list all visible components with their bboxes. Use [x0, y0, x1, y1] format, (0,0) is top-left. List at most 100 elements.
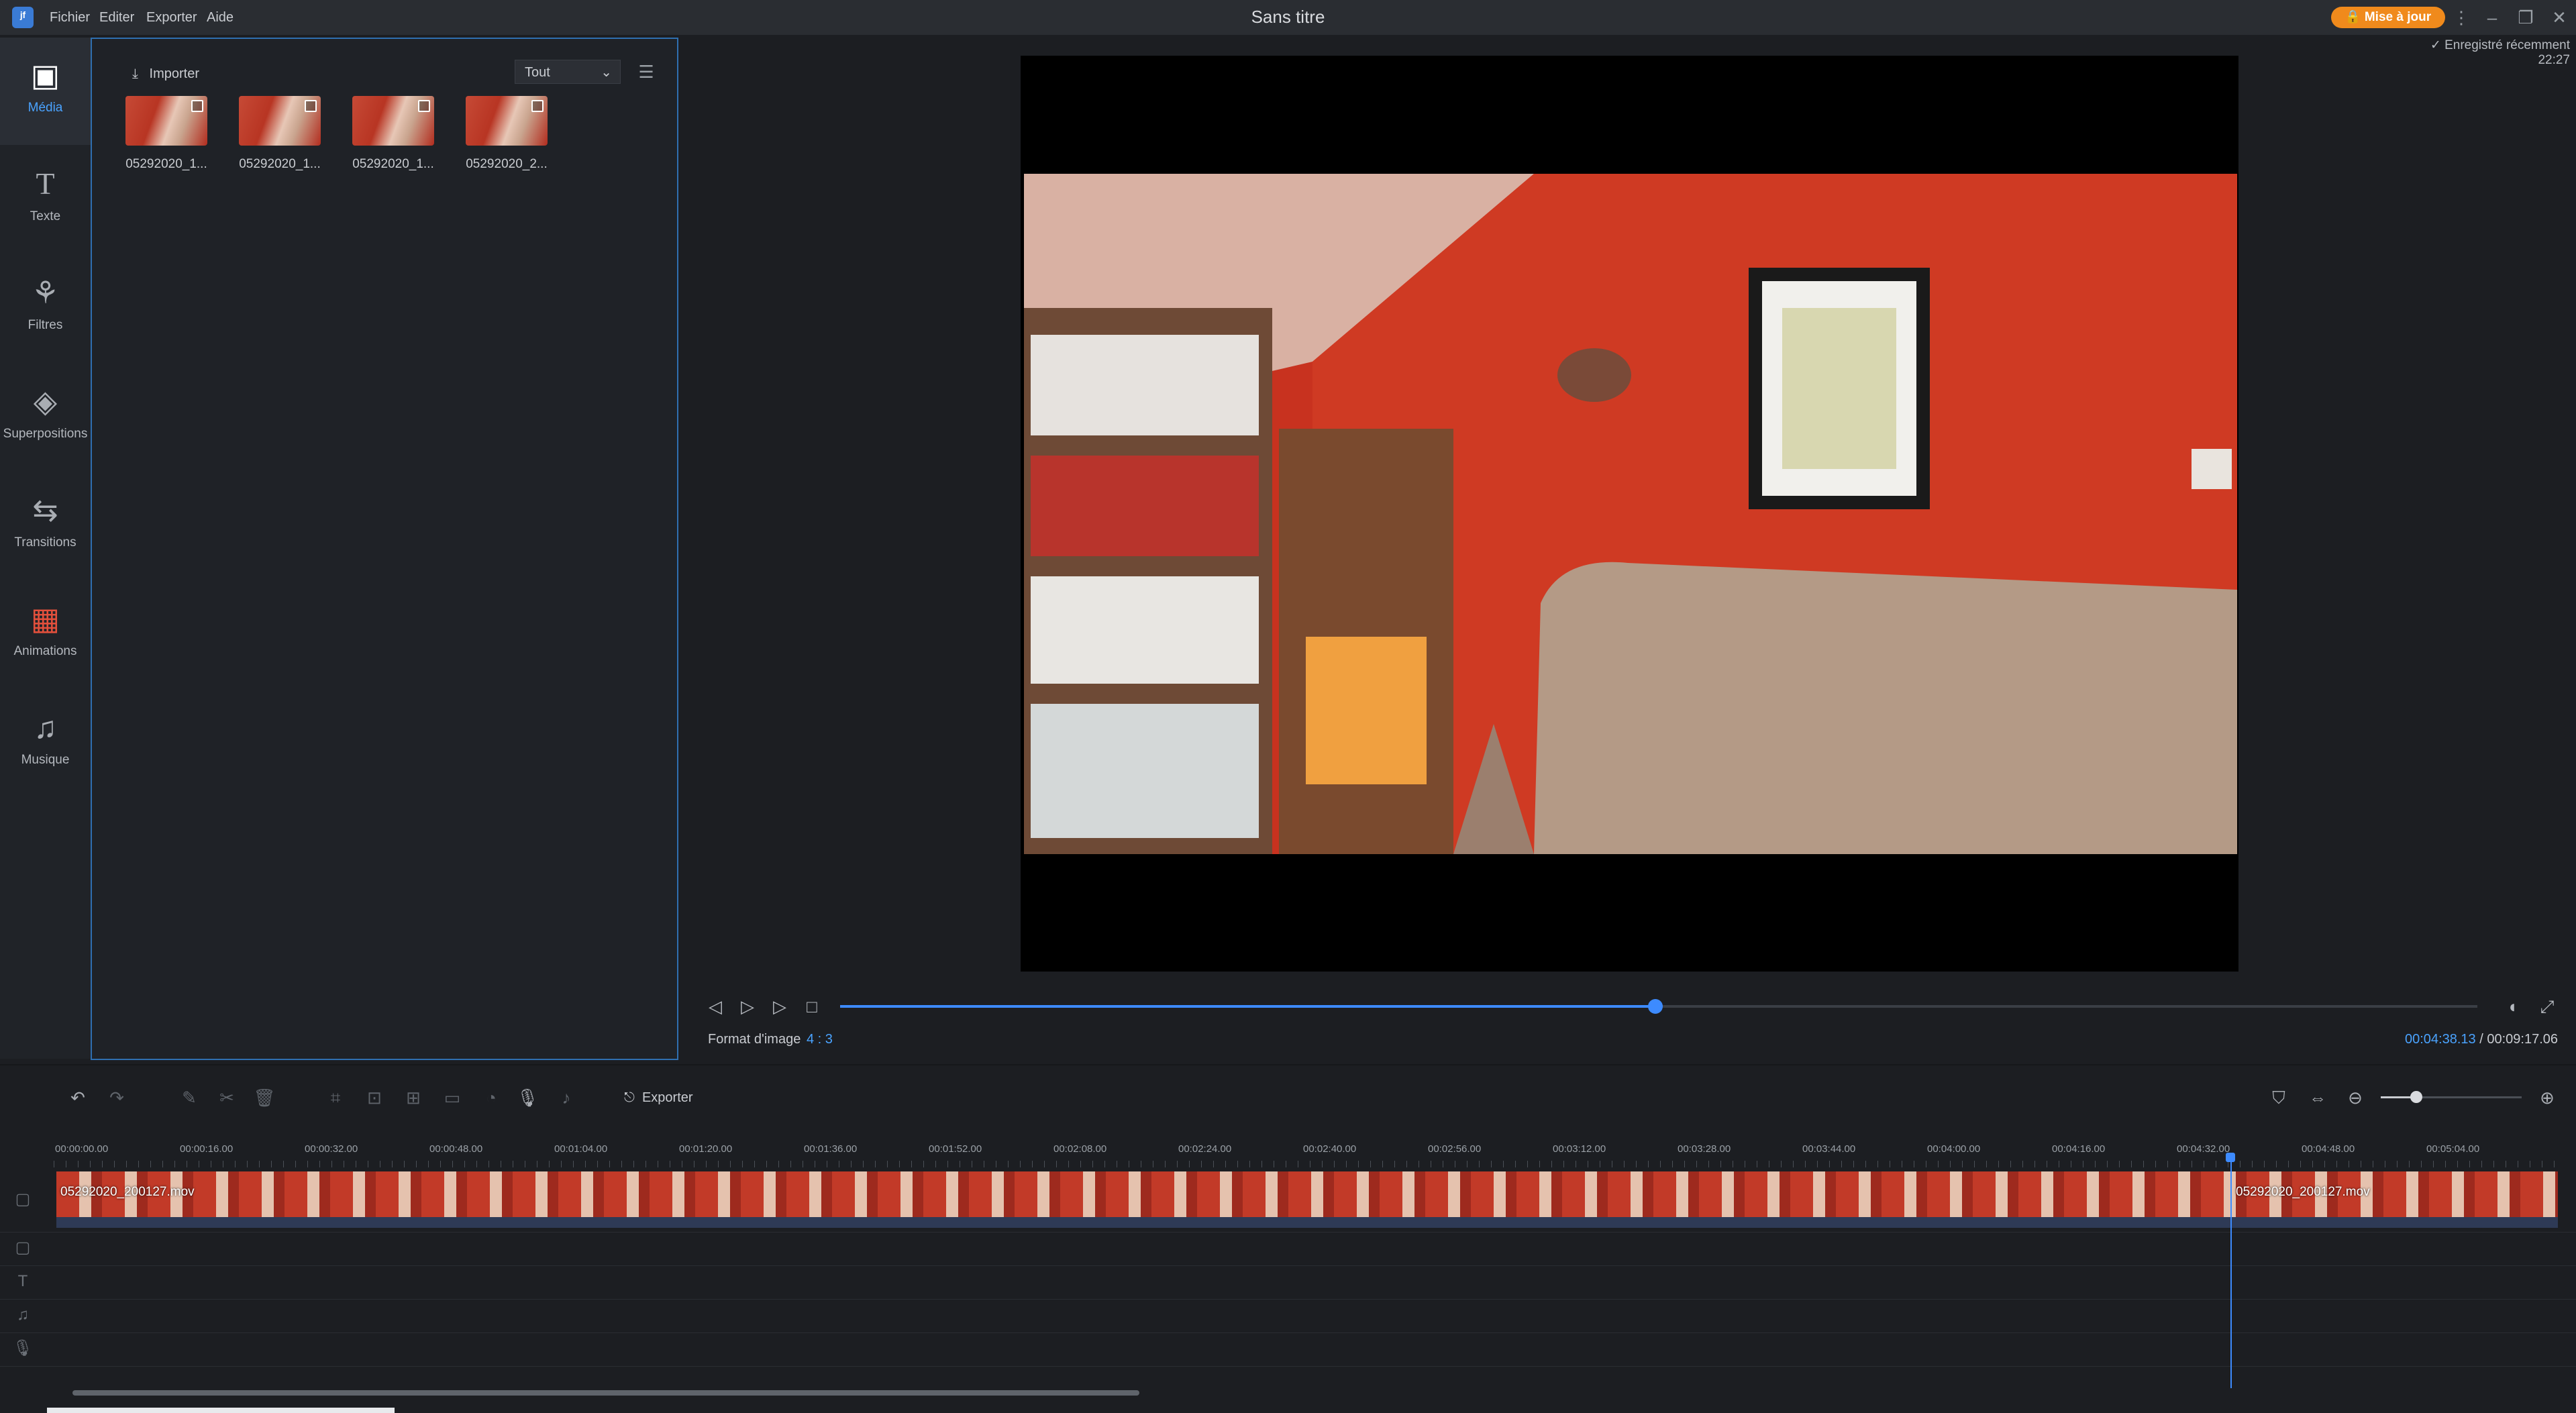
media-thumbnail[interactable] — [125, 96, 207, 146]
pip-track — [0, 1233, 2576, 1266]
zoom-out-icon[interactable]: ⊖ — [2343, 1086, 2367, 1110]
nav-item-music[interactable]: ♫ Musique — [0, 690, 91, 797]
video-preview — [1021, 56, 2238, 972]
nav-item-overlays[interactable]: ◈ Superpositions — [0, 364, 91, 471]
nav-item-media[interactable]: ▣ Média — [0, 38, 91, 145]
animations-icon: ▦ — [30, 601, 60, 636]
previous-frame-icon[interactable]: ◁ — [703, 994, 727, 1018]
next-frame-icon[interactable]: ▷ — [768, 994, 792, 1018]
music-icon: ♫ — [34, 710, 57, 745]
select-checkbox[interactable] — [191, 100, 203, 112]
voice-track-icon: 🎙 — [12, 1339, 34, 1357]
ruler-tick-label: 00:04:32.00 — [2177, 1143, 2230, 1155]
list-view-icon[interactable]: ☰ — [634, 60, 658, 84]
text-track-icon: T — [17, 1272, 28, 1290]
ruler-tick-label: 00:01:52.00 — [929, 1143, 982, 1155]
nav-item-label: Superpositions — [3, 427, 88, 441]
pip-track-icon: ▢ — [15, 1239, 31, 1257]
minimize-icon[interactable]: – — [2479, 4, 2506, 31]
ruler-tick-label: 00:01:20.00 — [679, 1143, 733, 1155]
chevron-down-icon: ⌄ — [601, 65, 612, 80]
media-filename: 05292020_1... — [352, 157, 434, 171]
marker-icon[interactable]: ⛉ — [2267, 1086, 2291, 1110]
stop-icon[interactable]: □ — [800, 994, 824, 1018]
zoom-in-icon[interactable]: ⊕ — [2535, 1086, 2559, 1110]
resize-icon[interactable]: ⊡ — [362, 1086, 387, 1110]
mosaic-icon[interactable]: ⊞ — [401, 1086, 425, 1110]
upgrade-button[interactable]: 🔒 Mise à jour — [2331, 7, 2445, 28]
redo-icon[interactable]: ↷ — [105, 1086, 129, 1110]
time-current: 00:04:38.13 — [2405, 1032, 2476, 1047]
cut-icon[interactable]: ✂ — [215, 1086, 239, 1110]
delete-icon[interactable]: 🗑 — [252, 1086, 276, 1110]
zoom-knob[interactable] — [2410, 1091, 2422, 1103]
play-icon[interactable]: ▷ — [735, 994, 760, 1018]
ruler-tick-label: 00:04:16.00 — [2052, 1143, 2106, 1155]
nav-item-label: Texte — [30, 209, 61, 223]
progress-knob[interactable] — [1648, 999, 1663, 1014]
playhead[interactable] — [2230, 1157, 2232, 1388]
ruler-tick-label: 00:05:04.00 — [2426, 1143, 2480, 1155]
media-thumbnail[interactable] — [239, 96, 321, 146]
restore-icon[interactable]: ❐ — [2512, 4, 2539, 31]
clip-label: 05292020_200127.mov — [60, 1185, 195, 1199]
ruler-tick-label: 00:02:24.00 — [1178, 1143, 1232, 1155]
nav-item-transitions[interactable]: ⇆ Transitions — [0, 472, 91, 580]
text-track — [0, 1267, 2576, 1300]
import-icon: ⤓ — [132, 66, 142, 81]
clip-label: 05292020_200127.mov — [2236, 1185, 2370, 1199]
ruler-tick-label: 00:03:44.00 — [1802, 1143, 1856, 1155]
nav-item-animations[interactable]: ▦ Animations — [0, 581, 91, 688]
preview-frame — [1024, 174, 2237, 854]
select-checkbox[interactable] — [418, 100, 430, 112]
music-track — [0, 1300, 2576, 1333]
format-value[interactable]: 4 : 3 — [807, 1032, 833, 1047]
saved-status: ✓ Enregistré récemment 22:27 — [2395, 38, 2570, 68]
media-filename: 05292020_1... — [125, 157, 207, 171]
saved-check-icon: ✓ — [2430, 38, 2445, 52]
undo-icon[interactable]: ↶ — [66, 1086, 90, 1110]
ruler-tick-label: 00:01:04.00 — [554, 1143, 608, 1155]
media-panel: ⤓ Importer Tout ⌄ ☰ 05292020_1... 0529202… — [91, 38, 678, 1060]
media-filename: 05292020_1... — [239, 157, 321, 171]
zoom-slider[interactable] — [2381, 1091, 2522, 1103]
crop-icon[interactable]: ⌗ — [323, 1086, 348, 1110]
microphone-icon[interactable]: 🎙 — [515, 1086, 539, 1110]
nav-item-label: Média — [28, 101, 63, 115]
timeline-scrollbar[interactable] — [72, 1390, 1139, 1396]
fullscreen-icon[interactable]: ⤢ — [2535, 994, 2559, 1018]
nav-item-text[interactable]: T Texte — [0, 146, 91, 254]
close-icon[interactable]: ✕ — [2546, 4, 2573, 31]
media-thumbnail[interactable] — [352, 96, 434, 146]
import-button[interactable]: ⤓ Importer — [132, 62, 199, 86]
filters-icon: ⚘ — [31, 275, 60, 310]
export-button[interactable]: ⎋ Exporter — [624, 1086, 693, 1110]
overlays-icon: ◈ — [33, 384, 58, 419]
window-title: Sans titre — [1251, 7, 1325, 27]
select-checkbox[interactable] — [531, 100, 544, 112]
more-options-icon[interactable]: ⋮ — [2448, 4, 2475, 31]
time-readout: 00:04:38.13 / 00:09:17.06 — [2328, 1032, 2558, 1047]
voice-track — [0, 1334, 2576, 1367]
progress-slider[interactable] — [840, 999, 2477, 1014]
nav-item-filters[interactable]: ⚘ Filtres — [0, 255, 91, 362]
media-thumbnail[interactable] — [466, 96, 548, 146]
ruler-tick-label: 00:03:28.00 — [1678, 1143, 1731, 1155]
voice-change-icon[interactable]: ♪ — [554, 1086, 578, 1110]
ruler-tick-label: 00:03:12.00 — [1553, 1143, 1606, 1155]
nav-item-label: Musique — [21, 753, 70, 767]
ruler-tick-label: 00:00:00.00 — [55, 1143, 109, 1155]
ruler-tick-label: 00:02:56.00 — [1428, 1143, 1482, 1155]
ruler-tick-label: 00:00:32.00 — [305, 1143, 358, 1155]
fit-timeline-icon[interactable]: ⇔ — [2306, 1086, 2330, 1110]
edit-icon[interactable]: ✎ — [177, 1086, 201, 1110]
nav-item-label: Filtres — [28, 318, 63, 332]
volume-icon[interactable]: ◖ — [2500, 994, 2524, 1018]
progress-fill — [840, 1005, 1656, 1008]
filter-dropdown[interactable]: Tout ⌄ — [515, 60, 621, 84]
select-checkbox[interactable] — [305, 100, 317, 112]
timeline-ruler[interactable] — [54, 1161, 2557, 1167]
speed-icon[interactable]: ◔ — [479, 1086, 503, 1110]
freeze-icon[interactable]: ▭ — [440, 1086, 464, 1110]
media-icon: ▣ — [30, 58, 60, 93]
